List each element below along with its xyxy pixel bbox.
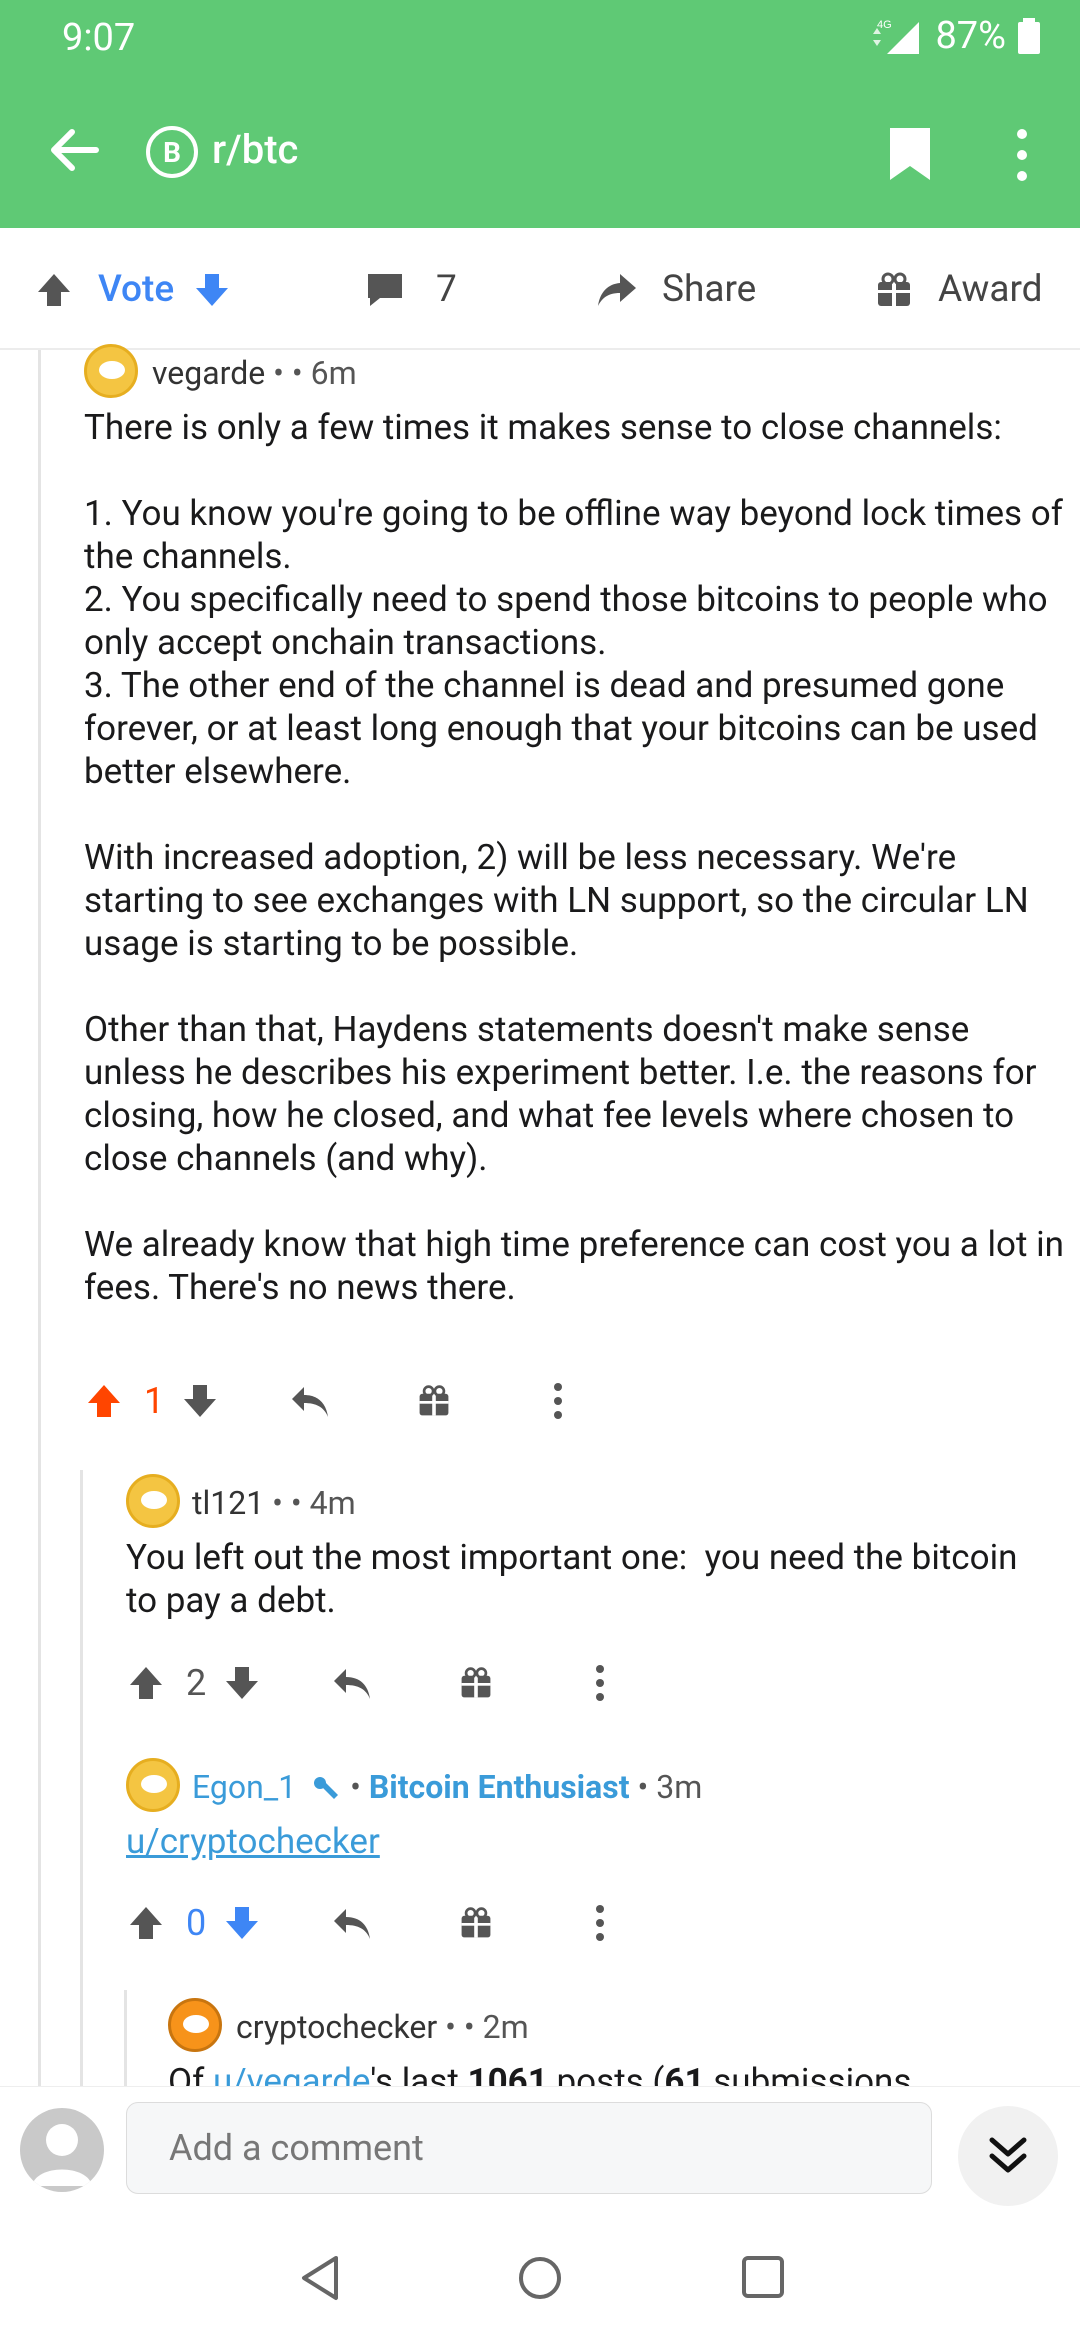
reply-icon[interactable]	[330, 1663, 374, 1703]
comment-meta: Egon_1 • Bitcoin Enthusiast • 3m	[192, 1768, 702, 1806]
avatar[interactable]	[84, 344, 138, 398]
user-mention-link[interactable]: u/cryptochecker	[126, 1820, 380, 1863]
comments-button[interactable]: 7	[364, 268, 457, 311]
award-label: Award	[938, 268, 1043, 311]
gift-icon[interactable]	[416, 1383, 452, 1419]
vote-score: 0	[186, 1902, 207, 1944]
avatar[interactable]	[126, 1758, 180, 1812]
comment-icon	[368, 273, 402, 306]
downvote-icon[interactable]	[222, 1663, 262, 1703]
bookmark-icon[interactable]	[888, 126, 932, 182]
comment-count: 7	[436, 268, 457, 311]
upvote-icon[interactable]	[126, 1663, 166, 1703]
reply-icon[interactable]	[288, 1381, 332, 1421]
share-label: Share	[662, 268, 757, 311]
meta-separator: •	[273, 354, 284, 392]
share-icon	[598, 273, 636, 306]
thread-line	[124, 1990, 127, 2090]
back-arrow-icon[interactable]	[44, 120, 104, 180]
status-time: 9:07	[62, 16, 136, 60]
subreddit-name[interactable]: r/btc	[212, 126, 298, 173]
username[interactable]: cryptochecker	[236, 2008, 437, 2046]
battery-percent: 87%	[935, 14, 1006, 58]
username[interactable]: Egon_1	[192, 1768, 296, 1806]
meta-separator: •	[445, 2008, 456, 2046]
vote-score: 2	[186, 1662, 207, 1704]
upvote-icon[interactable]	[34, 270, 74, 310]
comment-input[interactable]: Add a comment	[126, 2102, 932, 2194]
comment-actions: 0	[126, 1902, 606, 1944]
vote-control: Vote	[34, 268, 232, 311]
nav-back-icon[interactable]	[298, 2254, 342, 2302]
user-avatar[interactable]	[20, 2108, 104, 2192]
award-button[interactable]: Award	[874, 268, 1043, 311]
mod-wrench-icon	[314, 1776, 339, 1799]
more-options-icon[interactable]	[594, 1665, 606, 1701]
comment-time: • 3m	[637, 1768, 703, 1806]
collapse-thread-button[interactable]	[958, 2106, 1058, 2206]
comment-meta: cryptochecker • • 2m	[236, 2008, 529, 2046]
thread-line	[38, 350, 41, 2090]
nav-recents-icon[interactable]	[740, 2254, 786, 2300]
upvote-icon[interactable]	[126, 1903, 166, 1943]
upvote-icon[interactable]	[84, 1381, 124, 1421]
comment-time: • 2m	[463, 2008, 529, 2046]
status-indicators: 4G 87%	[867, 14, 1044, 58]
comment-actions: 2	[126, 1662, 606, 1704]
comment-body: You left out the most important one: you…	[126, 1537, 1027, 1621]
avatar[interactable]	[168, 1998, 222, 2052]
comment-time: • 4m	[290, 1484, 356, 1522]
gift-icon[interactable]	[458, 1905, 494, 1941]
vote-label: Vote	[98, 268, 175, 311]
battery-icon	[1018, 18, 1040, 54]
downvote-icon[interactable]	[180, 1381, 220, 1421]
more-options-icon[interactable]	[552, 1383, 564, 1419]
comment-meta: vegarde • • 6m	[152, 354, 357, 392]
thread-line	[80, 1470, 83, 2090]
username[interactable]: tl121	[192, 1484, 264, 1522]
more-options-icon[interactable]	[594, 1905, 606, 1941]
username[interactable]: vegarde	[152, 354, 265, 392]
user-silhouette-icon	[32, 2124, 92, 2186]
gift-icon[interactable]	[458, 1665, 494, 1701]
comment-meta: tl121 • • 4m	[192, 1484, 356, 1522]
reply-icon[interactable]	[330, 1903, 374, 1943]
more-options-icon[interactable]	[1012, 128, 1032, 182]
downvote-icon[interactable]	[192, 270, 232, 310]
double-chevron-down-icon	[989, 2137, 1027, 2173]
comment-body: There is only a few times it makes sense…	[84, 407, 1064, 1308]
downvote-icon[interactable]	[222, 1903, 262, 1943]
vote-score: 1	[144, 1380, 165, 1422]
nav-home-icon[interactable]	[516, 2254, 564, 2302]
svg-text:4G: 4G	[877, 19, 892, 31]
subreddit-icon[interactable]: B	[146, 126, 198, 178]
meta-separator: •	[272, 1484, 283, 1522]
gift-icon	[878, 272, 910, 306]
avatar[interactable]	[126, 1474, 180, 1528]
user-flair: Bitcoin Enthusiast	[368, 1768, 630, 1806]
meta-separator: •	[350, 1768, 361, 1806]
share-button[interactable]: Share	[596, 268, 756, 311]
signal-icon: 4G	[873, 19, 920, 54]
comment-actions: 1	[84, 1380, 564, 1422]
comment-time: • 6m	[291, 354, 357, 392]
